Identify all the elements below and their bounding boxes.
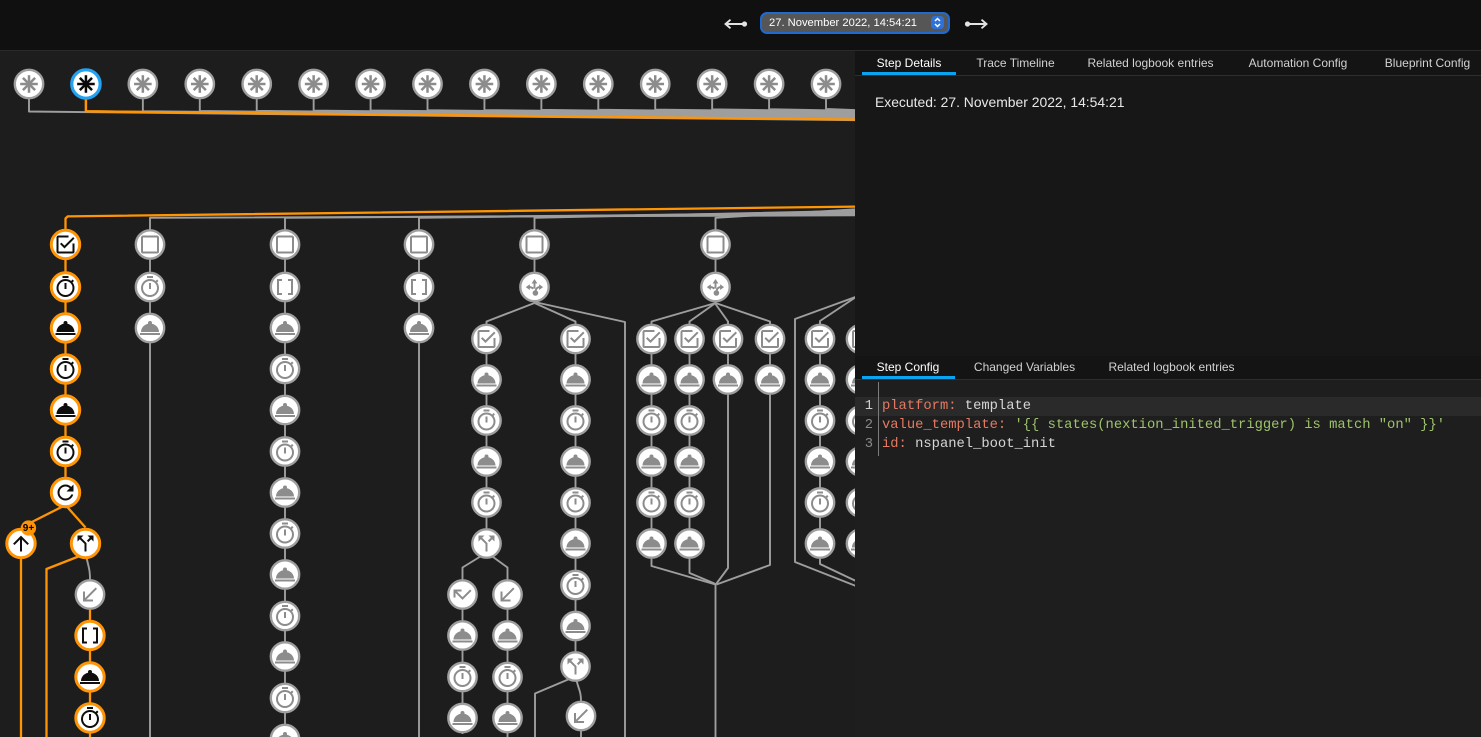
svg-text:9+: 9+ [23, 523, 35, 534]
